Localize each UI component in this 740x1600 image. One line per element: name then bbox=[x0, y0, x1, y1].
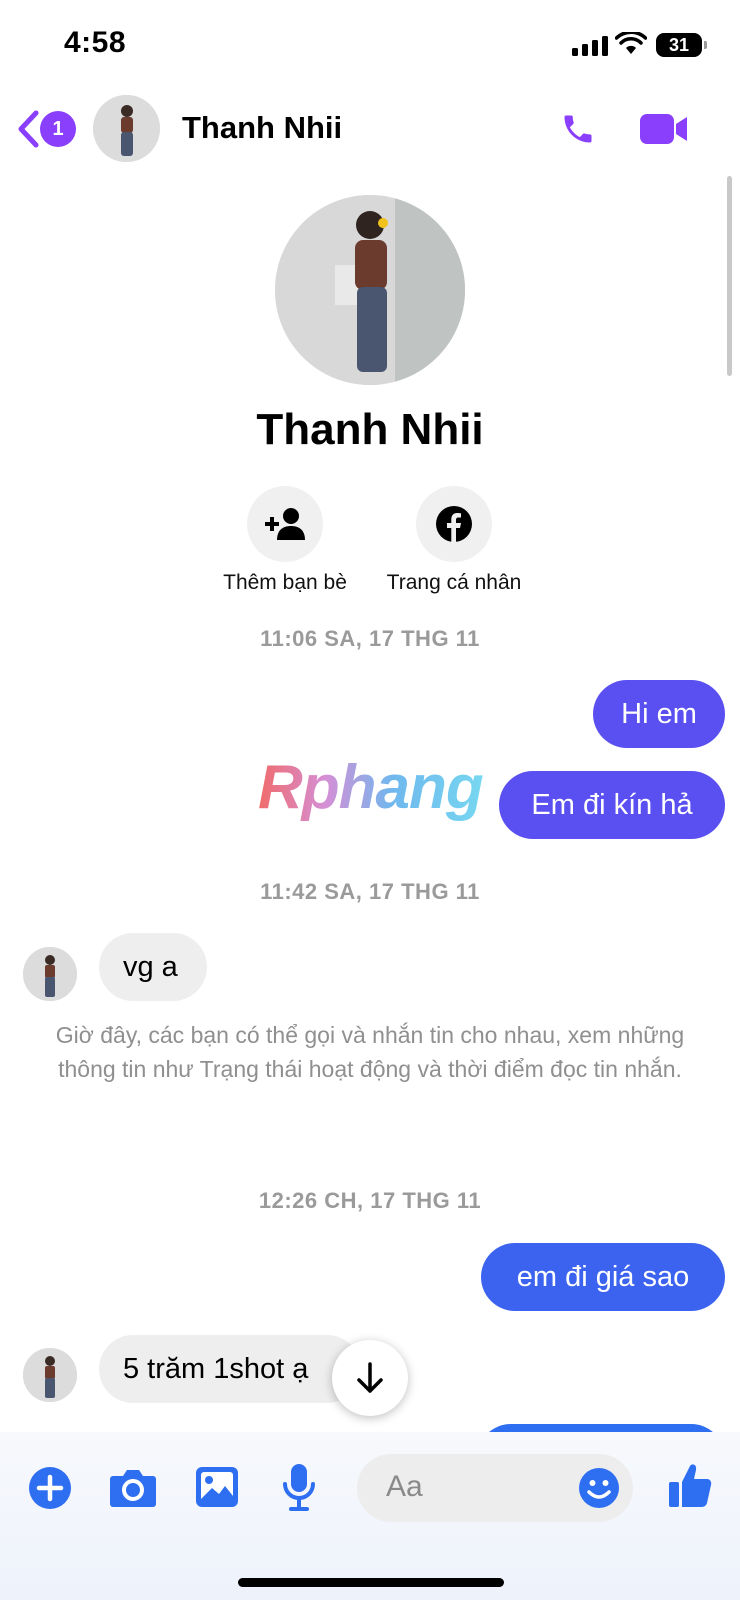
person-photo-icon bbox=[275, 195, 465, 385]
composer-bar bbox=[0, 1432, 740, 1600]
camera-icon[interactable] bbox=[109, 1466, 157, 1508]
timestamp: 11:42 SA, 17 THG 11 bbox=[260, 879, 480, 904]
person-photo-icon bbox=[23, 947, 77, 1001]
contact-avatar[interactable] bbox=[93, 95, 160, 162]
profile-avatar[interactable] bbox=[275, 195, 465, 385]
video-call-icon[interactable] bbox=[640, 112, 688, 146]
status-time: 4:58 bbox=[64, 26, 127, 59]
contact-avatar-small bbox=[23, 1348, 77, 1402]
message-incoming[interactable]: 5 trăm 1shot ạ bbox=[99, 1335, 361, 1403]
message-outgoing[interactable]: Em đi kín hả bbox=[499, 771, 725, 839]
system-notice: Giờ đây, các bạn có thể gọi và nhắn tin … bbox=[55, 1022, 685, 1082]
arrow-down-icon bbox=[357, 1362, 383, 1393]
scroll-to-bottom-button[interactable] bbox=[332, 1340, 408, 1416]
message-outgoing[interactable]: Hi em bbox=[593, 680, 725, 748]
add-friend-icon bbox=[265, 508, 305, 540]
profile-name: Thanh Nhii bbox=[256, 405, 484, 454]
scrollbar[interactable] bbox=[727, 176, 732, 376]
contact-avatar-small bbox=[23, 947, 77, 1001]
battery-icon: 31 bbox=[656, 33, 707, 57]
wifi-icon bbox=[615, 32, 647, 54]
home-indicator[interactable] bbox=[238, 1578, 504, 1587]
cellular-signal-icon bbox=[572, 36, 608, 56]
message-input-placeholder[interactable]: Aa bbox=[386, 1470, 423, 1504]
profile-page-button[interactable] bbox=[416, 486, 492, 562]
watermark-logo: Rphang bbox=[258, 753, 484, 822]
phone-call-icon[interactable] bbox=[560, 108, 596, 150]
emoji-icon[interactable] bbox=[578, 1467, 620, 1509]
back-chevron-icon[interactable] bbox=[16, 110, 42, 148]
message-outgoing[interactable]: em đi giá sao bbox=[481, 1243, 725, 1311]
facebook-icon bbox=[436, 506, 472, 542]
unread-count-badge[interactable]: 1 bbox=[40, 111, 76, 147]
header-contact-name[interactable]: Thanh Nhii bbox=[182, 110, 342, 146]
plus-icon[interactable] bbox=[28, 1466, 72, 1510]
add-friend-label[interactable]: Thêm bạn bè bbox=[205, 571, 365, 595]
thumbs-up-icon[interactable] bbox=[668, 1462, 712, 1508]
timestamp: 12:26 CH, 17 THG 11 bbox=[258, 1188, 482, 1213]
person-photo-icon bbox=[23, 1348, 77, 1402]
add-friend-button[interactable] bbox=[247, 486, 323, 562]
timestamp: 11:06 SA, 17 THG 11 bbox=[260, 626, 480, 651]
image-gallery-icon[interactable] bbox=[195, 1466, 239, 1508]
profile-page-label[interactable]: Trang cá nhân bbox=[370, 571, 538, 595]
microphone-icon[interactable] bbox=[281, 1462, 317, 1512]
person-photo-icon bbox=[93, 95, 160, 162]
message-incoming[interactable]: vg a bbox=[99, 933, 207, 1001]
